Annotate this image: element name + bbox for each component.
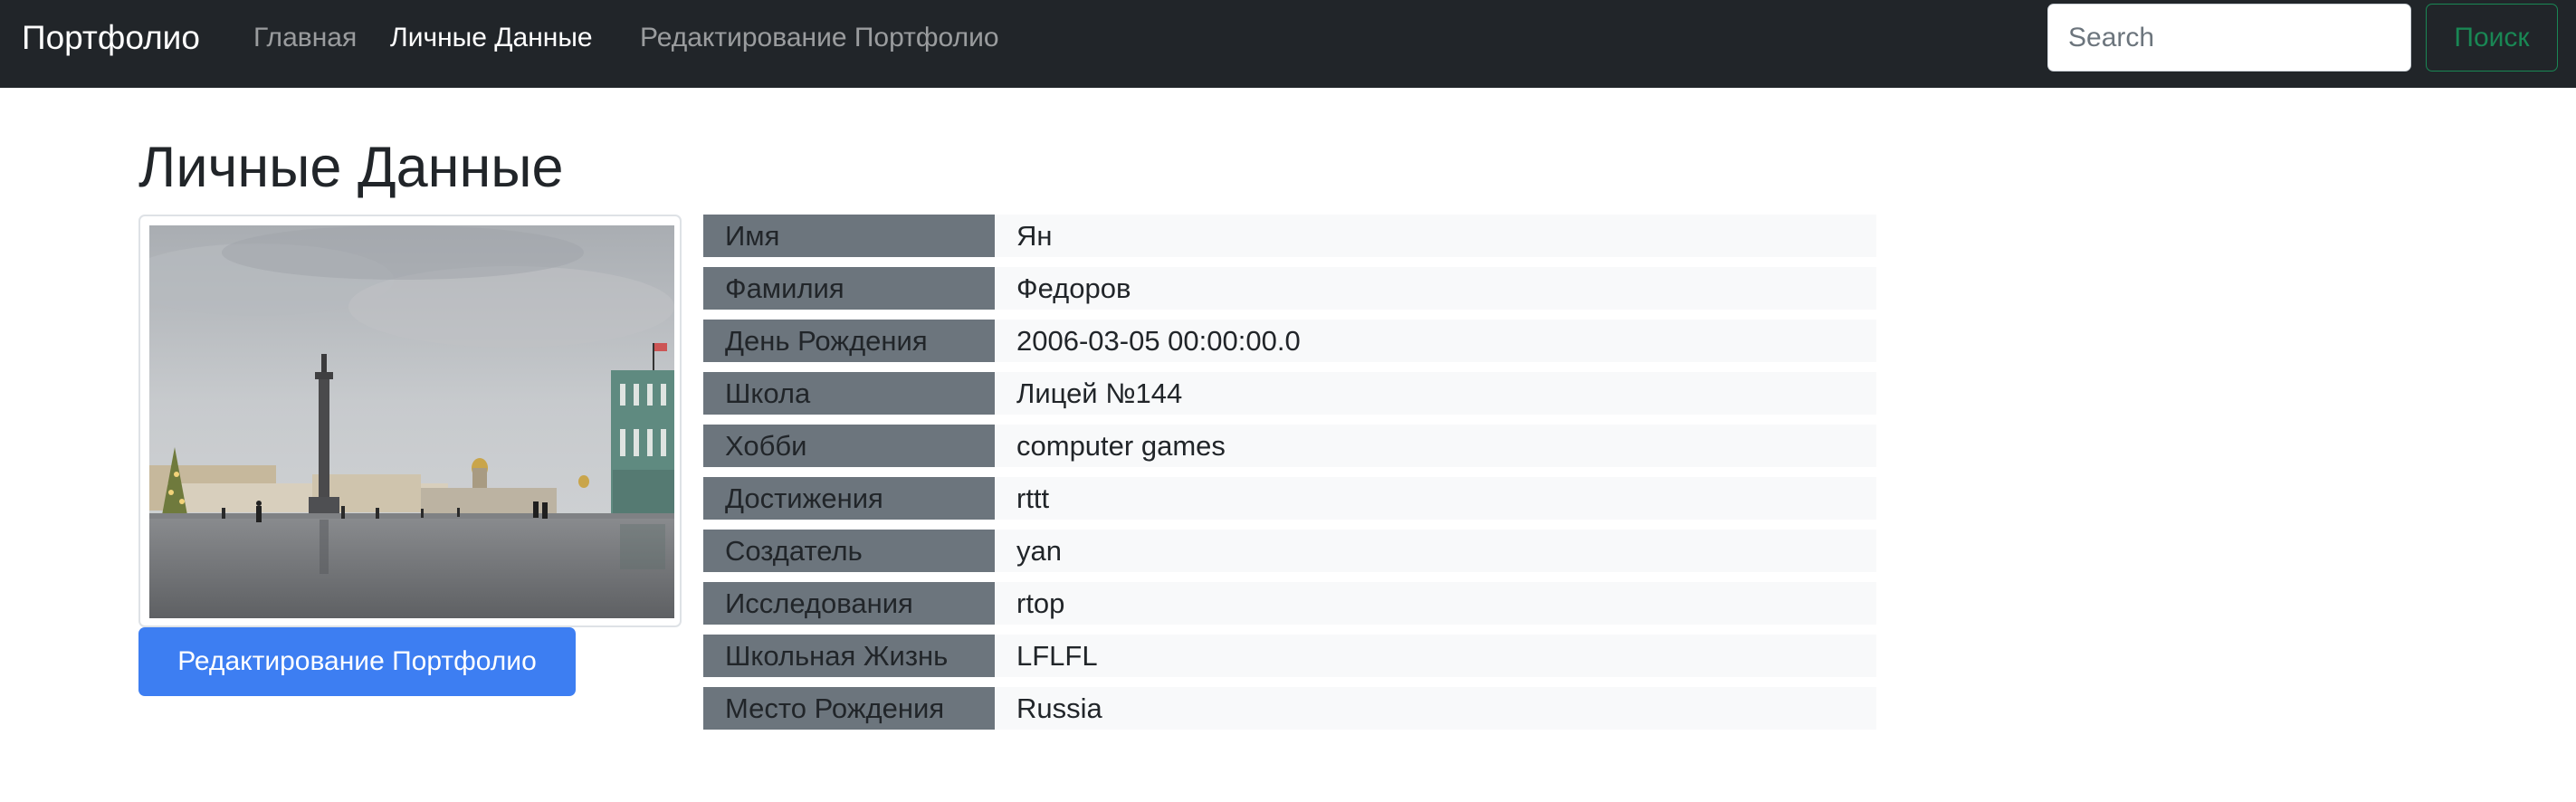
nav-link-personal-data[interactable]: Личные Данные bbox=[390, 20, 593, 56]
navbar-brand[interactable]: Портфолио bbox=[22, 16, 200, 60]
navbar: Портфолио Главная Личные Данные Редактир… bbox=[0, 0, 2576, 88]
info-row-research: Исследования rtop bbox=[703, 582, 1876, 625]
profile-photo bbox=[149, 225, 674, 618]
info-row-creator: Создатель yan bbox=[703, 530, 1876, 572]
info-label: Хобби bbox=[703, 425, 995, 467]
info-value: Ян bbox=[995, 215, 1876, 257]
info-label: Место Рождения bbox=[703, 687, 995, 730]
info-label: Исследования bbox=[703, 582, 995, 625]
info-value: 2006-03-05 00:00:00.0 bbox=[995, 320, 1876, 362]
info-value: Russia bbox=[995, 687, 1876, 730]
info-row-school-life: Школьная Жизнь LFLFL bbox=[703, 635, 1876, 677]
info-label: Школьная Жизнь bbox=[703, 635, 995, 677]
profile-photo-frame bbox=[138, 215, 682, 627]
info-value: rtop bbox=[995, 582, 1876, 625]
info-row-hobby: Хобби computer games bbox=[703, 425, 1876, 467]
info-label: Школа bbox=[703, 372, 995, 415]
info-value: computer games bbox=[995, 425, 1876, 467]
info-row-birthplace: Место Рождения Russia bbox=[703, 687, 1876, 730]
info-value: yan bbox=[995, 530, 1876, 572]
info-label: День Рождения bbox=[703, 320, 995, 362]
edit-portfolio-button[interactable]: Редактирование Портфолио bbox=[138, 627, 576, 696]
info-row-first-name: Имя Ян bbox=[703, 215, 1876, 257]
info-row-last-name: Фамилия Федоров bbox=[703, 267, 1876, 310]
info-label: Создатель bbox=[703, 530, 995, 572]
info-row-birthday: День Рождения 2006-03-05 00:00:00.0 bbox=[703, 320, 1876, 362]
info-row-school: Школа Лицей №144 bbox=[703, 372, 1876, 415]
info-value: LFLFL bbox=[995, 635, 1876, 677]
info-value: rttt bbox=[995, 477, 1876, 520]
info-row-achievements: Достижения rttt bbox=[703, 477, 1876, 520]
nav-link-home[interactable]: Главная bbox=[253, 20, 357, 56]
personal-info-table: Имя Ян Фамилия Федоров День Рождения 200… bbox=[703, 215, 1876, 740]
search-button[interactable]: Поиск bbox=[2426, 4, 2558, 72]
nav-link-edit-portfolio[interactable]: Редактирование Портфолио bbox=[640, 20, 999, 56]
info-value: Федоров bbox=[995, 267, 1876, 310]
page-title: Личные Данные bbox=[138, 136, 564, 199]
info-label: Достижения bbox=[703, 477, 995, 520]
info-label: Имя bbox=[703, 215, 995, 257]
search-input[interactable] bbox=[2047, 4, 2411, 72]
info-label: Фамилия bbox=[703, 267, 995, 310]
info-value: Лицей №144 bbox=[995, 372, 1876, 415]
